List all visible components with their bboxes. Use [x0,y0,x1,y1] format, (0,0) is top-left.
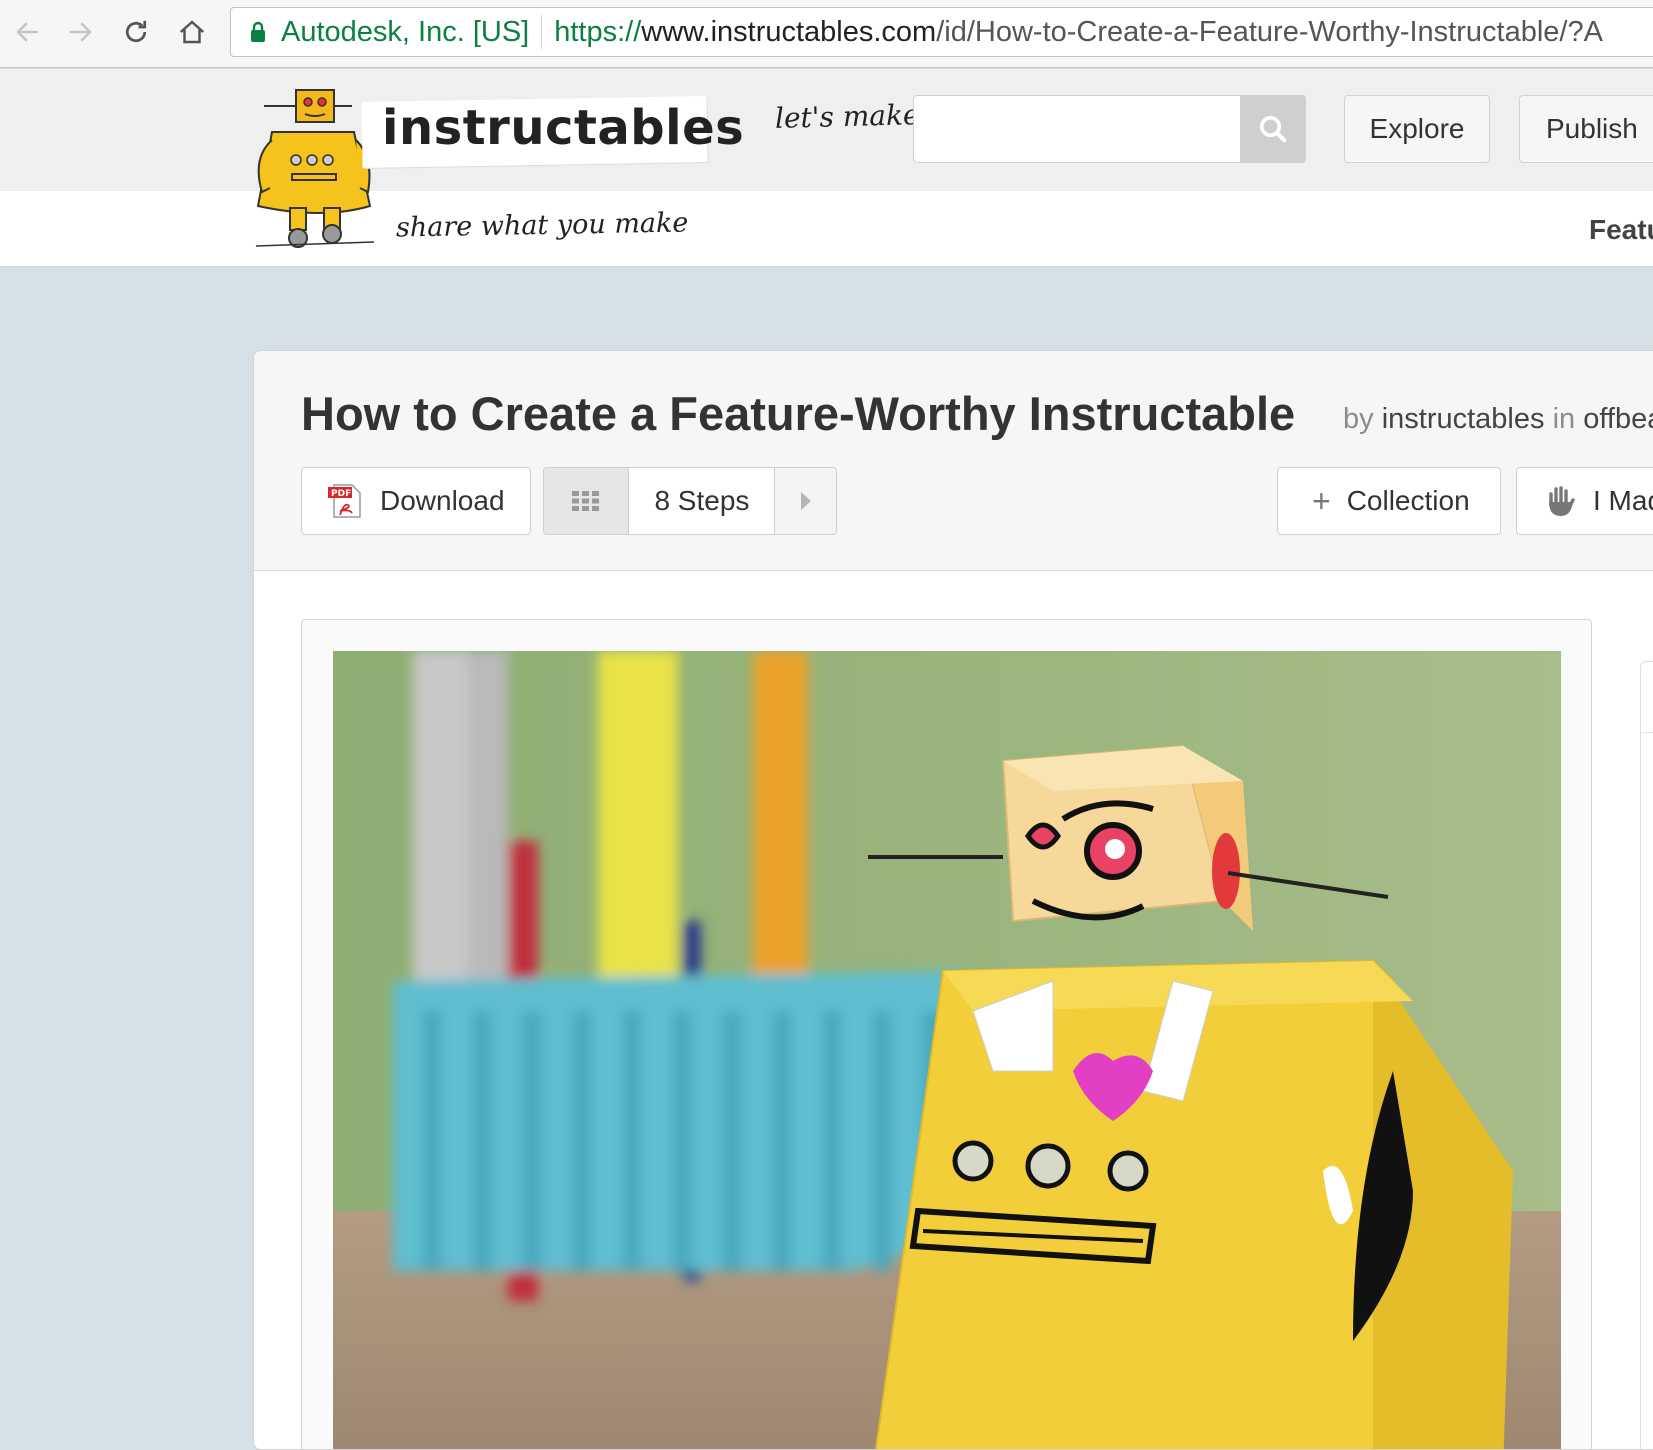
article-byline: by instructables in offbea [1343,403,1653,436]
publish-button[interactable]: Publish [1519,95,1653,163]
hand-icon [1549,486,1575,516]
hero-image-frame [301,619,1592,1450]
site-identity: Autodesk, Inc. [US] [281,15,530,48]
sidebar-edge [1640,661,1653,1449]
author-link[interactable]: instructables [1382,403,1545,435]
site-subnav [0,191,1653,267]
steps-grid-button[interactable] [544,468,630,534]
url-host: www.instructables.com [641,15,937,48]
collection-label: Collection [1346,485,1470,516]
plus-icon: + [1312,482,1331,519]
search-input[interactable] [913,95,1241,163]
chevron-right-icon [800,492,811,510]
lock-icon [251,21,265,42]
article-header: How to Create a Feature-Worthy Instructa… [254,351,1653,571]
site-tagline: share what you make [395,207,689,244]
url-text: https://www.instructables.com/id/How-to-… [554,16,1603,49]
browser-toolbar: Autodesk, Inc. [US] https://www.instruct… [0,0,1653,68]
add-to-collection-button[interactable]: + Collection [1277,467,1501,535]
featured-link[interactable]: Featu [1589,214,1653,246]
forward-arrow-icon [70,22,92,42]
home-icon [179,20,205,44]
i-made-it-label: I Mad [1593,485,1653,516]
search-prompt-label: let's make [774,98,920,135]
reload-icon [125,20,147,43]
category-link[interactable]: offbea [1583,403,1653,435]
url-scheme: https:// [554,15,642,48]
search-button[interactable] [1240,95,1306,163]
next-step-button[interactable] [774,468,836,534]
svg-text:PDF: PDF [331,489,351,499]
sidebar-divider [1641,732,1653,733]
omnibox-divider [541,15,543,49]
home-button[interactable] [174,12,210,52]
search-icon [1259,115,1287,143]
byline-by: by [1343,403,1374,435]
steps-count[interactable]: 8 Steps [629,485,774,517]
grid-icon [572,491,600,511]
explore-button[interactable]: Explore [1344,95,1490,163]
pdf-icon: PDF [328,484,361,518]
site-logo[interactable]: instructables [382,100,744,156]
article-card: How to Create a Feature-Worthy Instructa… [253,350,1653,1450]
download-label: Download [380,485,505,516]
download-button[interactable]: PDF Download [301,467,531,535]
back-button[interactable] [10,12,46,52]
hero-image[interactable] [333,651,1561,1450]
address-bar[interactable]: Autodesk, Inc. [US] https://www.instruct… [230,7,1653,57]
url-path: /id/How-to-Create-a-Feature-Worthy-Instr… [936,15,1603,48]
i-made-it-button[interactable]: I Mad [1516,467,1653,535]
article-title: How to Create a Feature-Worthy Instructa… [301,387,1296,440]
reload-button[interactable] [118,12,154,52]
back-arrow-icon [16,22,38,42]
byline-in: in [1552,403,1576,435]
steps-navigator[interactable]: 8 Steps [543,467,837,535]
forward-button[interactable] [62,12,98,52]
